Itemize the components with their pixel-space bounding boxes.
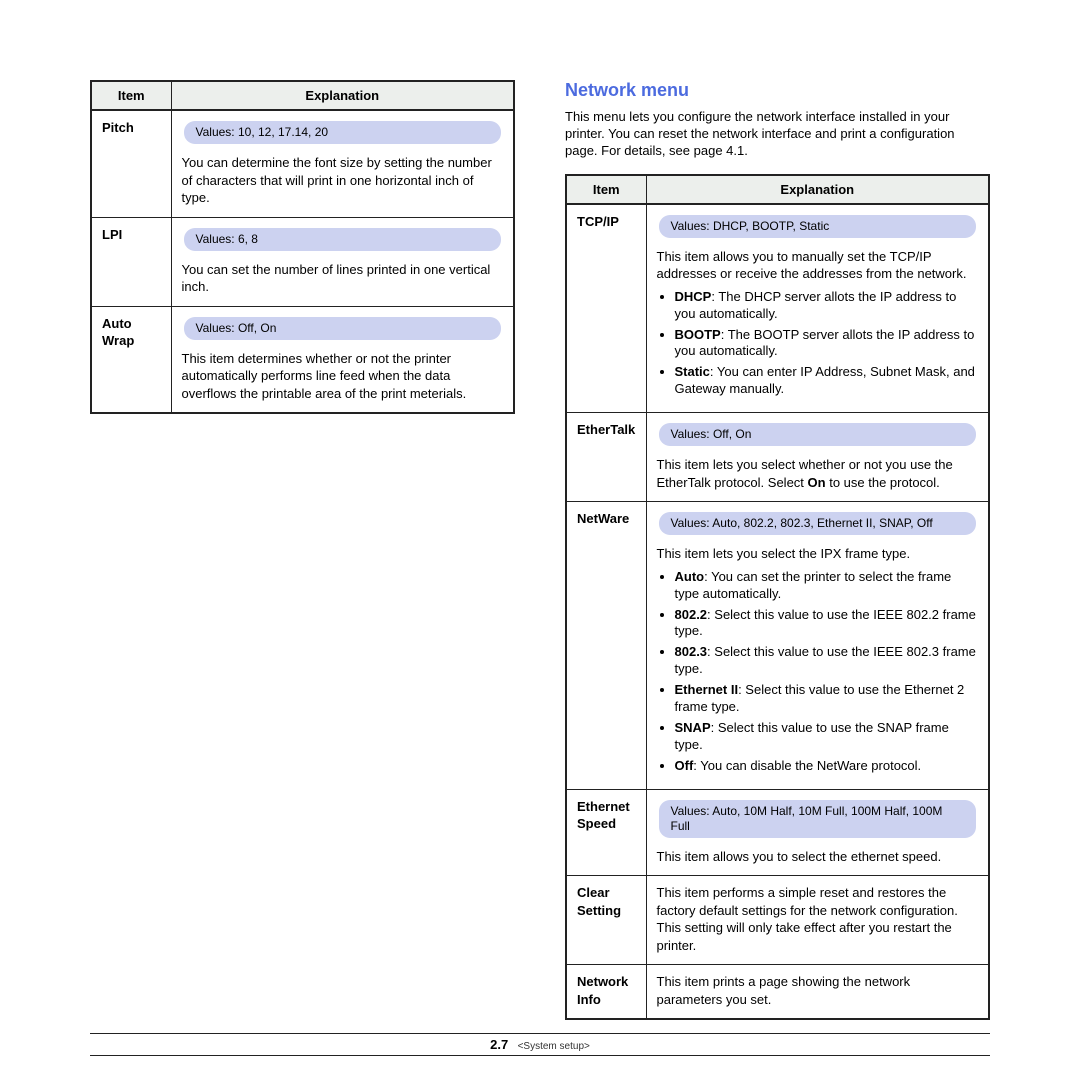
values-pill: Values: Off, On [659,423,977,446]
col-item-header: Item [91,81,171,110]
table-row: NetWare Values: Auto, 802.2, 802.3, Ethe… [566,502,989,789]
values-pill: Values: DHCP, BOOTP, Static [659,215,977,238]
left-column: Item Explanation Pitch Values: 10, 12, 1… [90,80,515,1020]
item-expl: Values: 6, 8 You can set the number of l… [171,217,514,306]
item-expl: Values: DHCP, BOOTP, Static This item al… [646,204,989,413]
list-item: 802.2: Select this value to use the IEEE… [675,607,979,641]
item-expl: Values: Off, On This item determines whe… [171,306,514,413]
values-pill: Values: Auto, 802.2, 802.3, Ethernet II,… [659,512,977,535]
item-desc: This item determines whether or not the … [182,350,504,403]
footer-label: <System setup> [518,1041,590,1052]
item-name: Clear Setting [566,876,646,965]
item-expl: Values: Auto, 802.2, 802.3, Ethernet II,… [646,502,989,789]
list-item: BOOTP: The BOOTP server allots the IP ad… [675,327,979,361]
list-item: DHCP: The DHCP server allots the IP addr… [675,289,979,323]
item-desc: This item allows you to select the ether… [657,848,979,866]
values-pill: Values: Off, On [184,317,502,340]
item-expl: Values: Auto, 10M Half, 10M Full, 100M H… [646,789,989,876]
left-table: Item Explanation Pitch Values: 10, 12, 1… [90,80,515,414]
list-item: SNAP: Select this value to use the SNAP … [675,720,979,754]
table-header-row: Item Explanation [91,81,514,110]
item-name: Auto Wrap [91,306,171,413]
list-item: Static: You can enter IP Address, Subnet… [675,364,979,398]
table-row: TCP/IP Values: DHCP, BOOTP, Static This … [566,204,989,413]
col-expl-header: Explanation [171,81,514,110]
item-name: Pitch [91,110,171,217]
item-name: EtherTalk [566,413,646,502]
list-item: Ethernet II: Select this value to use th… [675,682,979,716]
bullet-list: DHCP: The DHCP server allots the IP addr… [657,289,979,398]
section-intro: This menu lets you configure the network… [565,109,990,160]
table-header-row: Item Explanation [566,175,989,204]
table-row: LPI Values: 6, 8 You can set the number … [91,217,514,306]
values-pill: Values: Auto, 10M Half, 10M Full, 100M H… [659,800,977,838]
item-expl: Values: 10, 12, 17.14, 20 You can determ… [171,110,514,217]
page-number: 2.7 [490,1037,508,1052]
item-desc: This item lets you select whether or not… [657,456,979,491]
section-title: Network menu [565,80,990,101]
table-row: Auto Wrap Values: Off, On This item dete… [91,306,514,413]
item-name: Ethernet Speed [566,789,646,876]
table-row: Clear Setting This item performs a simpl… [566,876,989,965]
right-column: Network menu This menu lets you configur… [565,80,990,1020]
item-desc: You can determine the font size by setti… [182,154,504,207]
table-row: Pitch Values: 10, 12, 17.14, 20 You can … [91,110,514,217]
item-expl: This item prints a page showing the netw… [646,965,989,1020]
values-pill: Values: 10, 12, 17.14, 20 [184,121,502,144]
page-body: Item Explanation Pitch Values: 10, 12, 1… [0,0,1080,1060]
table-row: EtherTalk Values: Off, On This item lets… [566,413,989,502]
table-row: Ethernet Speed Values: Auto, 10M Half, 1… [566,789,989,876]
item-expl: Values: Off, On This item lets you selec… [646,413,989,502]
values-pill: Values: 6, 8 [184,228,502,251]
right-table: Item Explanation TCP/IP Values: DHCP, BO… [565,174,990,1021]
list-item: 802.3: Select this value to use the IEEE… [675,644,979,678]
item-name: LPI [91,217,171,306]
item-name: Network Info [566,965,646,1020]
bullet-list: Auto: You can set the printer to select … [657,569,979,775]
item-desc: You can set the number of lines printed … [182,261,504,296]
item-desc: This item prints a page showing the netw… [657,973,979,1008]
table-row: Network Info This item prints a page sho… [566,965,989,1020]
col-item-header: Item [566,175,646,204]
item-desc: This item lets you select the IPX frame … [657,545,979,563]
page-footer: 2.7 <System setup> [90,1033,990,1056]
item-name: TCP/IP [566,204,646,413]
item-expl: This item performs a simple reset and re… [646,876,989,965]
list-item: Auto: You can set the printer to select … [675,569,979,603]
item-desc: This item allows you to manually set the… [657,248,979,283]
item-desc: This item performs a simple reset and re… [657,884,979,954]
list-item: Off: You can disable the NetWare protoco… [675,758,979,775]
col-expl-header: Explanation [646,175,989,204]
item-name: NetWare [566,502,646,789]
